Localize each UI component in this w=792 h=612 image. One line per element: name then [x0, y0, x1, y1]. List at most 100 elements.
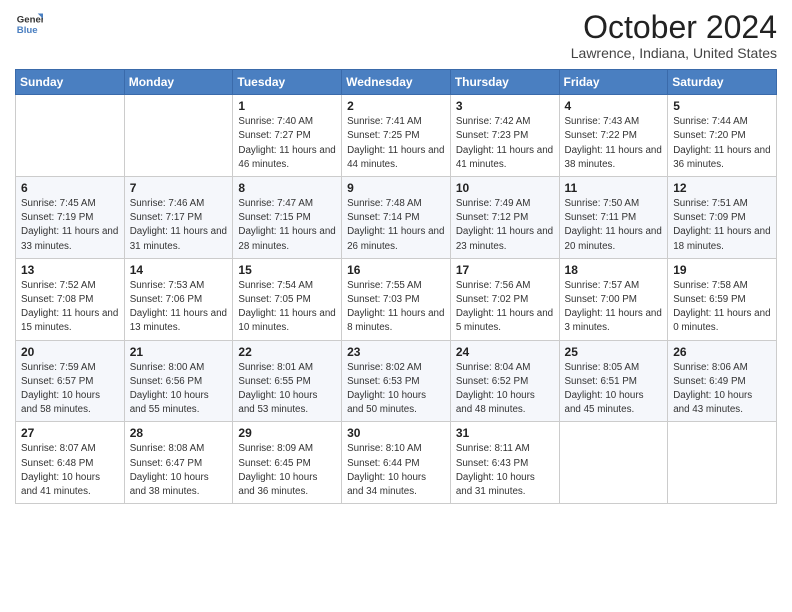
calendar-cell: 27Sunrise: 8:07 AM Sunset: 6:48 PM Dayli… — [16, 422, 125, 504]
calendar-week-2: 6 Sunrise: 7:45 AM Sunset: 7:19 PM Daylig… — [16, 177, 777, 259]
calendar-cell: 1Sunrise: 7:40 AM Sunset: 7:27 PM Daylig… — [233, 95, 342, 177]
day-info: Sunrise: 8:07 AM Sunset: 6:48 PM Dayligh… — [21, 442, 119, 499]
day-info: Sunrise: 8:02 AM Sunset: 6:53 PM Dayligh… — [347, 361, 445, 418]
weekday-header-saturday: Saturday — [668, 70, 777, 95]
day-info: Sunrise: 7:53 AM Sunset: 7:06 PM Dayligh… — [130, 279, 228, 336]
calendar-cell: 16Sunrise: 7:55 AM Sunset: 7:03 PM Dayli… — [342, 258, 451, 340]
day-number: 20 — [21, 345, 119, 359]
day-info: Sunrise: 7:57 AM Sunset: 7:00 PM Dayligh… — [565, 279, 663, 336]
calendar-table: SundayMondayTuesdayWednesdayThursdayFrid… — [15, 69, 777, 504]
day-number: 15 — [238, 263, 336, 277]
calendar-cell: 6 Sunrise: 7:45 AM Sunset: 7:19 PM Daylig… — [16, 177, 125, 259]
day-info: Sunrise: 7:50 AM Sunset: 7:11 PM Dayligh… — [565, 197, 663, 254]
weekday-header-friday: Friday — [559, 70, 668, 95]
day-number: 4 — [565, 99, 663, 113]
calendar-cell — [668, 422, 777, 504]
calendar-cell: 7 Sunrise: 7:46 AM Sunset: 7:17 PM Daylig… — [124, 177, 233, 259]
day-info: Sunrise: 7:47 AM Sunset: 7:15 PM Dayligh… — [238, 197, 336, 254]
day-number: 12 — [673, 181, 771, 195]
calendar-cell: 24 Sunrise: 8:04 AM Sunset: 6:52 PM Dayli… — [450, 340, 559, 422]
day-info: Sunrise: 8:04 AM Sunset: 6:52 PM Dayligh… — [456, 361, 554, 418]
calendar-cell: 28Sunrise: 8:08 AM Sunset: 6:47 PM Dayli… — [124, 422, 233, 504]
calendar-cell: 30 Sunrise: 8:10 AM Sunset: 6:44 PM Dayli… — [342, 422, 451, 504]
day-info: Sunrise: 7:51 AM Sunset: 7:09 PM Dayligh… — [673, 197, 771, 254]
day-number: 29 — [238, 426, 336, 440]
day-number: 6 — [21, 181, 119, 195]
calendar-cell: 23 Sunrise: 8:02 AM Sunset: 6:53 PM Dayli… — [342, 340, 451, 422]
calendar-week-3: 13Sunrise: 7:52 AM Sunset: 7:08 PM Dayli… — [16, 258, 777, 340]
calendar-cell: 31 Sunrise: 8:11 AM Sunset: 6:43 PM Dayli… — [450, 422, 559, 504]
logo: General Blue General Blue — [15, 10, 43, 38]
day-info: Sunrise: 7:56 AM Sunset: 7:02 PM Dayligh… — [456, 279, 554, 336]
day-number: 23 — [347, 345, 445, 359]
day-number: 24 — [456, 345, 554, 359]
day-info: Sunrise: 8:11 AM Sunset: 6:43 PM Dayligh… — [456, 442, 554, 499]
day-number: 31 — [456, 426, 554, 440]
day-info: Sunrise: 8:01 AM Sunset: 6:55 PM Dayligh… — [238, 361, 336, 418]
calendar-cell: 22Sunrise: 8:01 AM Sunset: 6:55 PM Dayli… — [233, 340, 342, 422]
calendar-cell: 11 Sunrise: 7:50 AM Sunset: 7:11 PM Dayli… — [559, 177, 668, 259]
day-number: 25 — [565, 345, 663, 359]
day-number: 3 — [456, 99, 554, 113]
day-info: Sunrise: 7:46 AM Sunset: 7:17 PM Dayligh… — [130, 197, 228, 254]
calendar-cell: 21 Sunrise: 8:00 AM Sunset: 6:56 PM Dayli… — [124, 340, 233, 422]
day-info: Sunrise: 8:10 AM Sunset: 6:44 PM Dayligh… — [347, 442, 445, 499]
svg-text:General: General — [17, 14, 43, 25]
calendar-cell: 4 Sunrise: 7:43 AM Sunset: 7:22 PM Daylig… — [559, 95, 668, 177]
logo-icon: General Blue — [15, 10, 43, 38]
day-info: Sunrise: 7:43 AM Sunset: 7:22 PM Dayligh… — [565, 115, 663, 172]
day-info: Sunrise: 7:40 AM Sunset: 7:27 PM Dayligh… — [238, 115, 336, 172]
day-info: Sunrise: 7:45 AM Sunset: 7:19 PM Dayligh… — [21, 197, 119, 254]
day-number: 28 — [130, 426, 228, 440]
day-info: Sunrise: 7:41 AM Sunset: 7:25 PM Dayligh… — [347, 115, 445, 172]
weekday-header-wednesday: Wednesday — [342, 70, 451, 95]
day-number: 26 — [673, 345, 771, 359]
day-info: Sunrise: 7:49 AM Sunset: 7:12 PM Dayligh… — [456, 197, 554, 254]
month-title: October 2024 — [571, 10, 777, 45]
day-info: Sunrise: 7:55 AM Sunset: 7:03 PM Dayligh… — [347, 279, 445, 336]
day-number: 30 — [347, 426, 445, 440]
page: General Blue General Blue October 2024 L… — [0, 0, 792, 612]
calendar-cell: 8 Sunrise: 7:47 AM Sunset: 7:15 PM Daylig… — [233, 177, 342, 259]
day-info: Sunrise: 7:48 AM Sunset: 7:14 PM Dayligh… — [347, 197, 445, 254]
location: Lawrence, Indiana, United States — [571, 45, 777, 61]
calendar-week-1: 1Sunrise: 7:40 AM Sunset: 7:27 PM Daylig… — [16, 95, 777, 177]
day-info: Sunrise: 7:42 AM Sunset: 7:23 PM Dayligh… — [456, 115, 554, 172]
calendar-cell: 29 Sunrise: 8:09 AM Sunset: 6:45 PM Dayli… — [233, 422, 342, 504]
calendar-cell — [559, 422, 668, 504]
calendar-body: 1Sunrise: 7:40 AM Sunset: 7:27 PM Daylig… — [16, 95, 777, 504]
day-number: 8 — [238, 181, 336, 195]
title-block: October 2024 Lawrence, Indiana, United S… — [571, 10, 777, 61]
weekday-header-row: SundayMondayTuesdayWednesdayThursdayFrid… — [16, 70, 777, 95]
weekday-header-sunday: Sunday — [16, 70, 125, 95]
calendar-cell: 9 Sunrise: 7:48 AM Sunset: 7:14 PM Daylig… — [342, 177, 451, 259]
day-number: 11 — [565, 181, 663, 195]
calendar-cell: 5Sunrise: 7:44 AM Sunset: 7:20 PM Daylig… — [668, 95, 777, 177]
day-number: 21 — [130, 345, 228, 359]
day-info: Sunrise: 7:54 AM Sunset: 7:05 PM Dayligh… — [238, 279, 336, 336]
calendar-cell: 15 Sunrise: 7:54 AM Sunset: 7:05 PM Dayli… — [233, 258, 342, 340]
day-number: 7 — [130, 181, 228, 195]
weekday-header-thursday: Thursday — [450, 70, 559, 95]
calendar-cell: 3 Sunrise: 7:42 AM Sunset: 7:23 PM Daylig… — [450, 95, 559, 177]
day-number: 9 — [347, 181, 445, 195]
day-info: Sunrise: 7:58 AM Sunset: 6:59 PM Dayligh… — [673, 279, 771, 336]
calendar-cell: 13Sunrise: 7:52 AM Sunset: 7:08 PM Dayli… — [16, 258, 125, 340]
weekday-header-monday: Monday — [124, 70, 233, 95]
day-info: Sunrise: 7:44 AM Sunset: 7:20 PM Dayligh… — [673, 115, 771, 172]
calendar-header: SundayMondayTuesdayWednesdayThursdayFrid… — [16, 70, 777, 95]
day-info: Sunrise: 7:52 AM Sunset: 7:08 PM Dayligh… — [21, 279, 119, 336]
calendar-cell: 20Sunrise: 7:59 AM Sunset: 6:57 PM Dayli… — [16, 340, 125, 422]
day-info: Sunrise: 8:00 AM Sunset: 6:56 PM Dayligh… — [130, 361, 228, 418]
calendar-cell: 10 Sunrise: 7:49 AM Sunset: 7:12 PM Dayli… — [450, 177, 559, 259]
calendar-cell: 26 Sunrise: 8:06 AM Sunset: 6:49 PM Dayli… — [668, 340, 777, 422]
day-info: Sunrise: 8:09 AM Sunset: 6:45 PM Dayligh… — [238, 442, 336, 499]
weekday-header-tuesday: Tuesday — [233, 70, 342, 95]
header: General Blue General Blue October 2024 L… — [15, 10, 777, 61]
day-number: 10 — [456, 181, 554, 195]
day-number: 17 — [456, 263, 554, 277]
calendar-week-5: 27Sunrise: 8:07 AM Sunset: 6:48 PM Dayli… — [16, 422, 777, 504]
day-info: Sunrise: 8:06 AM Sunset: 6:49 PM Dayligh… — [673, 361, 771, 418]
calendar-cell: 18Sunrise: 7:57 AM Sunset: 7:00 PM Dayli… — [559, 258, 668, 340]
calendar-cell: 25Sunrise: 8:05 AM Sunset: 6:51 PM Dayli… — [559, 340, 668, 422]
